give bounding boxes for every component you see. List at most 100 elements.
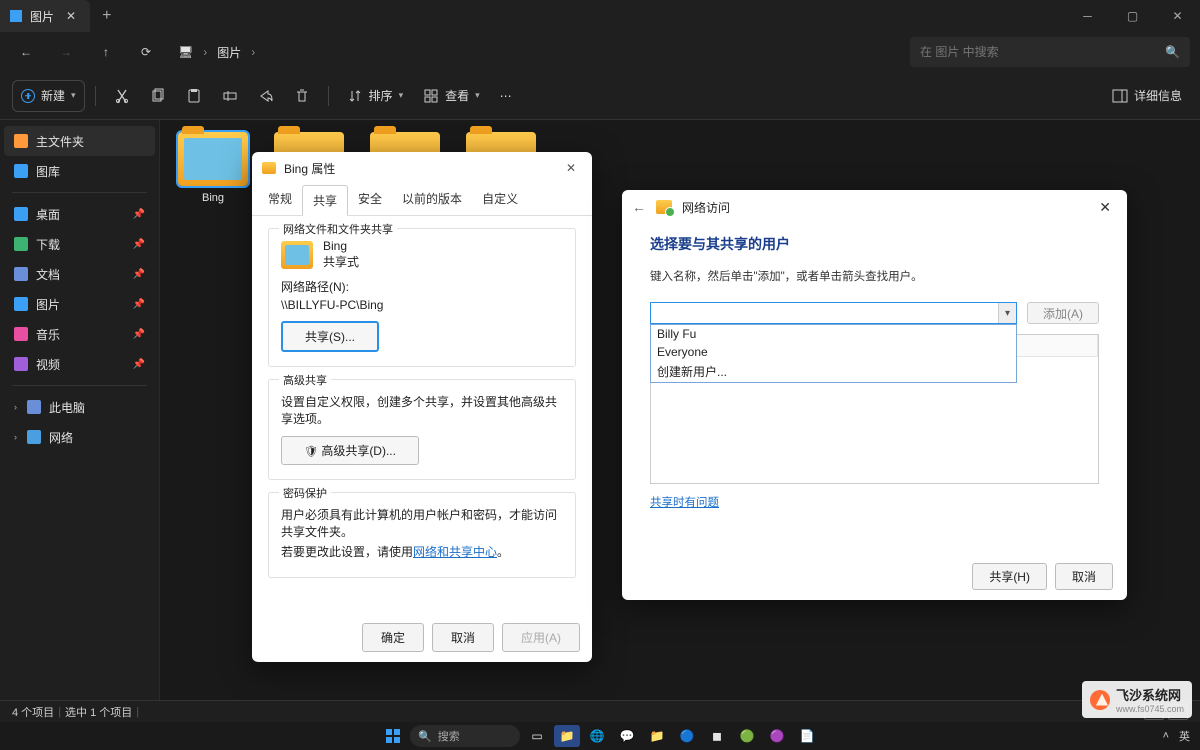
- sidebar-label: 桌面: [36, 206, 60, 223]
- search-icon: 🔍: [1165, 45, 1180, 59]
- folder-name: Bing: [323, 239, 359, 253]
- dialog-header: ← 网络访问 ✕: [622, 190, 1127, 224]
- tab-share[interactable]: 共享: [302, 185, 348, 216]
- group-title: 密码保护: [279, 485, 331, 501]
- tab-previous[interactable]: 以前的版本: [392, 184, 472, 215]
- dropdown-option[interactable]: Billy Fu: [651, 325, 1016, 343]
- tab-custom[interactable]: 自定义: [472, 184, 528, 215]
- folder-bing[interactable]: Bing: [174, 132, 252, 204]
- taskbar-app[interactable]: 🔵: [674, 725, 700, 747]
- language-indicator[interactable]: 英: [1179, 728, 1190, 744]
- close-icon[interactable]: ✕: [1093, 197, 1117, 218]
- search-icon: 🔍: [418, 730, 432, 743]
- share-button[interactable]: [250, 80, 282, 112]
- rename-button[interactable]: [214, 80, 246, 112]
- gallery-icon: [14, 164, 28, 178]
- search-input[interactable]: [920, 45, 1159, 59]
- details-label: 详细信息: [1134, 87, 1182, 104]
- tab-security[interactable]: 安全: [348, 184, 392, 215]
- folder-label: Bing: [202, 192, 224, 204]
- taskbar-app[interactable]: 📄: [794, 725, 820, 747]
- tray-chevron-icon[interactable]: ˄: [1163, 730, 1169, 742]
- sidebar-label: 网络: [49, 429, 73, 446]
- refresh-button[interactable]: ⟳: [130, 36, 162, 68]
- view-button[interactable]: 查看 ▾: [415, 80, 488, 112]
- taskbar-app[interactable]: 🌐: [584, 725, 610, 747]
- dropdown-option[interactable]: 创建新用户...: [651, 361, 1016, 382]
- paste-button[interactable]: [178, 80, 210, 112]
- forward-button[interactable]: →: [50, 36, 82, 68]
- user-input[interactable]: [650, 302, 1017, 324]
- nav-row: ← → ↑ ⟳ 🖥 › 图片 › 🔍: [0, 32, 1200, 72]
- cancel-button[interactable]: 取消: [1055, 563, 1113, 590]
- sidebar-item-gallery[interactable]: 图库: [4, 156, 155, 186]
- chevron-down-icon: ▾: [475, 90, 480, 101]
- share-button[interactable]: 共享(H): [972, 563, 1047, 590]
- dropdown-menu: Billy Fu Everyone 创建新用户...: [650, 324, 1017, 383]
- sidebar-item-downloads[interactable]: 下载📌: [4, 229, 155, 259]
- details-pane-button[interactable]: 详细信息: [1106, 87, 1188, 104]
- sidebar-item-network[interactable]: › 网络: [4, 422, 155, 452]
- close-button[interactable]: ✕: [1155, 0, 1200, 32]
- taskbar-app[interactable]: 📁: [644, 725, 670, 747]
- shield-icon: 🛡: [304, 446, 318, 458]
- dropdown-option[interactable]: Everyone: [651, 343, 1016, 361]
- tab-general[interactable]: 常规: [258, 184, 302, 215]
- cancel-button[interactable]: 取消: [432, 623, 494, 652]
- advanced-share-button[interactable]: 🛡 高级共享(D)...: [281, 436, 419, 465]
- new-button[interactable]: 新建 ▾: [12, 80, 85, 112]
- taskbar-app[interactable]: 📁: [554, 725, 580, 747]
- up-button[interactable]: ↑: [90, 36, 122, 68]
- taskbar-app[interactable]: 💬: [614, 725, 640, 747]
- sort-button[interactable]: 排序 ▾: [339, 80, 412, 112]
- taskbar-app[interactable]: ◼: [704, 725, 730, 747]
- sidebar-item-thispc[interactable]: ›此电脑: [4, 392, 155, 422]
- taskbar: 🔍搜索 ▭ 📁 🌐 💬 📁 🔵 ◼ 🟢 🟣 📄 ˄ 英: [0, 722, 1200, 750]
- sidebar-item-documents[interactable]: 文档📌: [4, 259, 155, 289]
- chevron-right-icon: ›: [14, 432, 17, 442]
- back-button[interactable]: ←: [10, 36, 42, 68]
- window-controls: ─ ▢ ✕: [1065, 0, 1200, 32]
- sidebar-item-home[interactable]: 主文件夹: [4, 126, 155, 156]
- dialog-footer: 共享(H) 取消: [622, 553, 1127, 600]
- dialog-title: Bing 属性: [284, 160, 335, 177]
- network-center-link[interactable]: 网络和共享中心: [413, 545, 497, 559]
- new-tab-button[interactable]: +: [90, 7, 123, 25]
- back-icon[interactable]: ←: [632, 199, 646, 215]
- search-box[interactable]: 🔍: [910, 37, 1190, 67]
- minimize-button[interactable]: ─: [1065, 0, 1110, 32]
- sidebar-item-music[interactable]: 音乐📌: [4, 319, 155, 349]
- dialog-hint: 键入名称，然后单击"添加"，或者单击箭头查找用户。: [650, 268, 1099, 284]
- watermark-url: www.fs0745.com: [1116, 704, 1184, 714]
- taskbar-app[interactable]: 🟢: [734, 725, 760, 747]
- more-button[interactable]: ⋯: [492, 80, 520, 112]
- cut-button[interactable]: [106, 80, 138, 112]
- share-button[interactable]: 共享(S)...: [281, 321, 379, 352]
- dialog-heading: 选择要与其共享的用户: [650, 234, 1099, 254]
- trouble-sharing-link[interactable]: 共享时有问题: [650, 494, 719, 510]
- breadcrumb[interactable]: 🖥 › 图片 ›: [170, 44, 902, 61]
- delete-button[interactable]: [286, 80, 318, 112]
- breadcrumb-item[interactable]: 图片: [217, 44, 241, 61]
- task-view-button[interactable]: ▭: [524, 725, 550, 747]
- tab-pictures[interactable]: 图片 ✕: [0, 0, 90, 32]
- start-button[interactable]: [380, 725, 406, 747]
- taskbar-app[interactable]: 🟣: [764, 725, 790, 747]
- view-label: 查看: [445, 87, 469, 104]
- add-button[interactable]: 添加(A): [1027, 302, 1099, 324]
- dialog-titlebar[interactable]: Bing 属性 ✕: [252, 152, 592, 184]
- apply-button[interactable]: 应用(A): [502, 623, 580, 652]
- taskbar-search[interactable]: 🔍搜索: [410, 725, 520, 747]
- ok-button[interactable]: 确定: [362, 623, 424, 652]
- sidebar-item-videos[interactable]: 视频📌: [4, 349, 155, 379]
- user-combobox[interactable]: ▾ Billy Fu Everyone 创建新用户...: [650, 302, 1017, 324]
- tab-close-icon[interactable]: ✕: [62, 9, 80, 23]
- close-icon[interactable]: ✕: [560, 159, 582, 177]
- copy-button[interactable]: [142, 80, 174, 112]
- sidebar-label: 文档: [36, 266, 60, 283]
- sidebar-item-pictures[interactable]: 图片📌: [4, 289, 155, 319]
- pin-icon: 📌: [133, 239, 145, 250]
- dropdown-button[interactable]: ▾: [998, 303, 1016, 323]
- maximize-button[interactable]: ▢: [1110, 0, 1155, 32]
- sidebar-item-desktop[interactable]: 桌面📌: [4, 199, 155, 229]
